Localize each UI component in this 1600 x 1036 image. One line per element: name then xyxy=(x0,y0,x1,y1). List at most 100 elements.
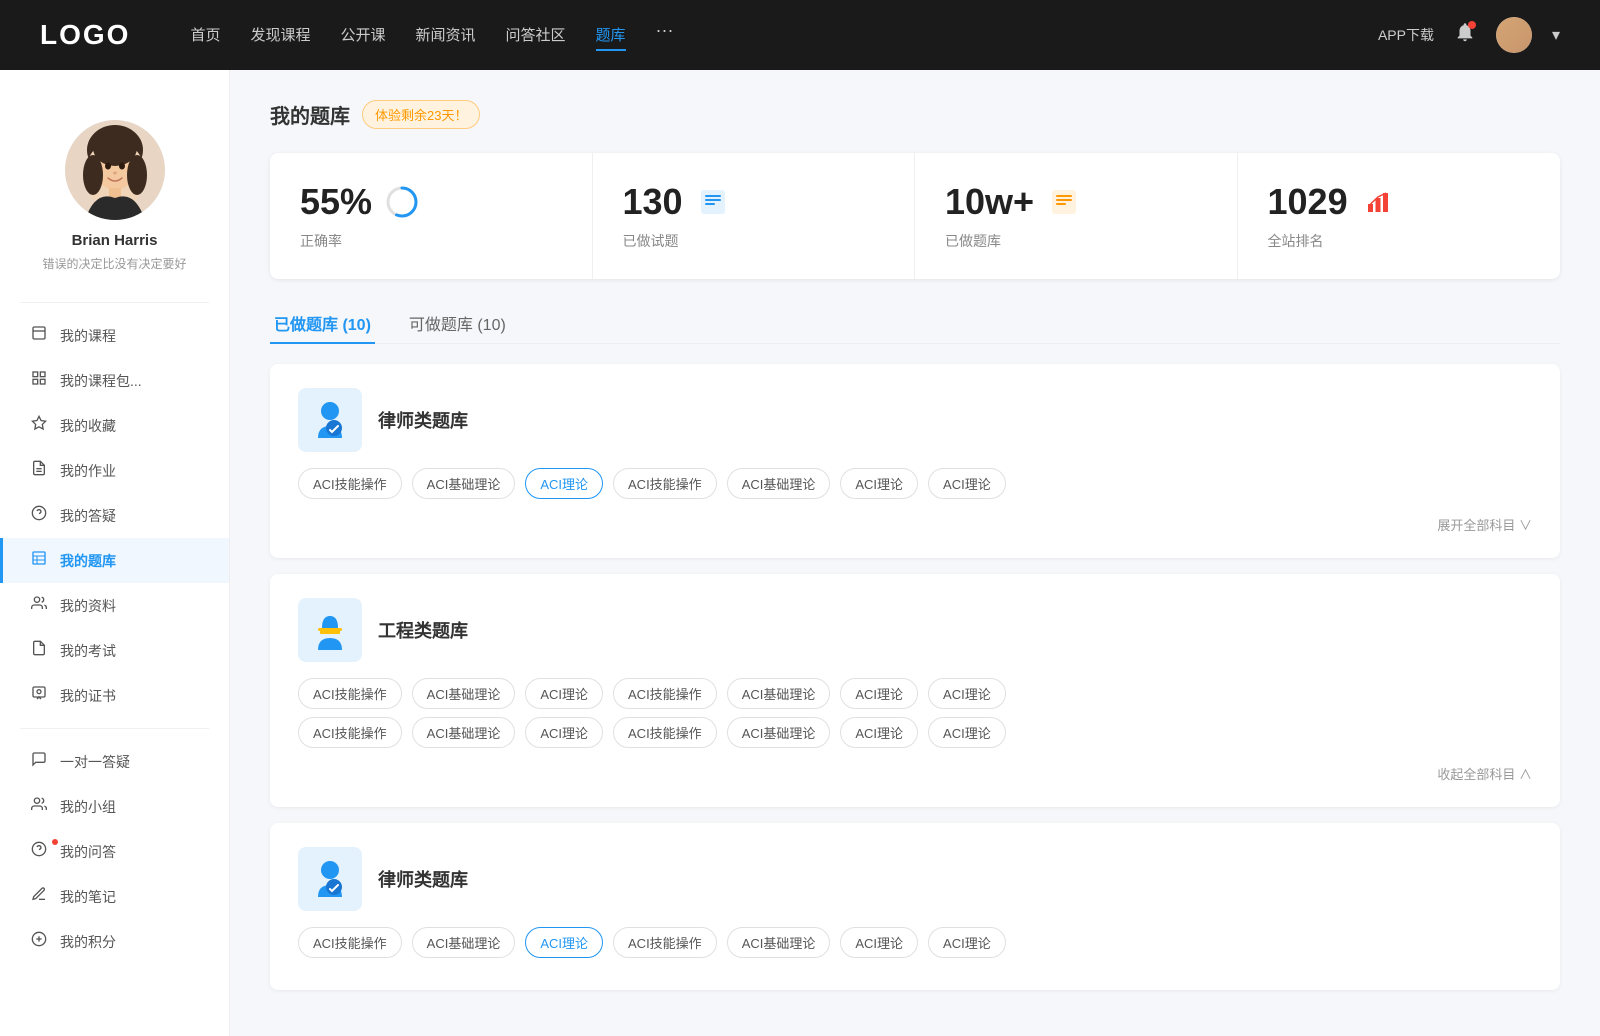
profile-icon xyxy=(30,595,48,616)
sidebar-item-tutoring[interactable]: 一对一答疑 xyxy=(0,739,229,784)
qbank-card-lawyer-2: 律师类题库 ACI技能操作 ACI基础理论 ACI理论 ACI技能操作 ACI基… xyxy=(270,823,1560,990)
lawyer-icon-1 xyxy=(298,388,362,452)
points-icon xyxy=(30,931,48,952)
stat-label-banks: 已做题库 xyxy=(945,231,1001,251)
sidebar-item-package[interactable]: 我的课程包... xyxy=(0,358,229,403)
nav-menu: 首页 发现课程 公开课 新闻资讯 问答社区 题库 ··· xyxy=(190,20,1378,51)
tag[interactable]: ACI理论 xyxy=(928,717,1006,748)
qbank-card-engineer: 工程类题库 ACI技能操作 ACI基础理论 ACI理论 ACI技能操作 ACI基… xyxy=(270,574,1560,807)
sidebar-item-questions[interactable]: 我的问答 xyxy=(0,829,229,874)
avatar[interactable] xyxy=(1496,17,1532,53)
tab-done[interactable]: 已做题库 (10) xyxy=(270,303,375,343)
tag[interactable]: ACI理论 xyxy=(525,717,603,748)
trial-badge: 体验剩余23天！ xyxy=(362,100,480,129)
qbank-header-3: 律师类题库 xyxy=(298,847,1532,911)
expand-link-1[interactable]: 展开全部科目 ∨ xyxy=(298,507,1532,534)
page-title: 我的题库 xyxy=(270,100,350,129)
collapse-link[interactable]: 收起全部科目 ∧ xyxy=(298,756,1532,783)
tag[interactable]: ACI基础理论 xyxy=(412,927,516,958)
nav-open-course[interactable]: 公开课 xyxy=(340,20,385,51)
notification-dot xyxy=(1468,21,1476,29)
tag[interactable]: ACI技能操作 xyxy=(298,678,402,709)
tutoring-icon xyxy=(30,751,48,772)
tag[interactable]: ACI基础理论 xyxy=(412,717,516,748)
nav-home[interactable]: 首页 xyxy=(190,20,220,51)
sidebar-item-profile[interactable]: 我的资料 xyxy=(0,583,229,628)
stat-label-rank: 全站排名 xyxy=(1268,231,1324,251)
tag[interactable]: ACI理论 xyxy=(840,927,918,958)
tag[interactable]: ACI技能操作 xyxy=(613,678,717,709)
note-orange-icon xyxy=(1046,184,1082,220)
tag[interactable]: ACI基础理论 xyxy=(727,717,831,748)
sidebar-label: 我的作业 xyxy=(60,461,116,481)
sidebar-item-notes[interactable]: 我的笔记 xyxy=(0,874,229,919)
tag[interactable]: ACI基础理论 xyxy=(727,468,831,499)
qa-icon xyxy=(30,505,48,526)
logo: LOGO xyxy=(40,19,130,51)
qbank-header-2: 工程类题库 xyxy=(298,598,1532,662)
sidebar-item-homework[interactable]: 我的作业 xyxy=(0,448,229,493)
tag[interactable]: ACI理论 xyxy=(840,717,918,748)
tag-active[interactable]: ACI理论 xyxy=(525,927,603,958)
divider-2 xyxy=(20,728,209,729)
sidebar-label: 一对一答疑 xyxy=(60,752,130,772)
navbar-right: APP下载 ▾ xyxy=(1378,17,1560,53)
tag[interactable]: ACI基础理论 xyxy=(727,927,831,958)
nav-news[interactable]: 新闻资讯 xyxy=(416,20,476,51)
tag[interactable]: ACI理论 xyxy=(840,678,918,709)
nav-discover[interactable]: 发现课程 xyxy=(250,20,310,51)
sidebar-label: 我的积分 xyxy=(60,932,116,952)
tag[interactable]: ACI技能操作 xyxy=(613,927,717,958)
sidebar-item-exam[interactable]: 我的考试 xyxy=(0,628,229,673)
stat-value-accuracy: 55% xyxy=(300,181,372,223)
stat-questions: 130 已做试题 xyxy=(593,153,916,279)
app-download-link[interactable]: APP下载 xyxy=(1378,25,1434,45)
tag[interactable]: ACI理论 xyxy=(928,468,1006,499)
tag[interactable]: ACI技能操作 xyxy=(298,927,402,958)
tag[interactable]: ACI基础理论 xyxy=(727,678,831,709)
tag-active[interactable]: ACI理论 xyxy=(525,468,603,499)
tag[interactable]: ACI理论 xyxy=(928,927,1006,958)
tag[interactable]: ACI基础理论 xyxy=(412,678,516,709)
stat-value-banks: 10w+ xyxy=(945,181,1034,223)
qbank-header-1: 律师类题库 xyxy=(298,388,1532,452)
stat-rank: 1029 全站排名 xyxy=(1238,153,1561,279)
tag[interactable]: ACI技能操作 xyxy=(298,468,402,499)
nav-qa[interactable]: 问答社区 xyxy=(506,20,566,51)
cert-icon xyxy=(30,685,48,706)
group-icon xyxy=(30,796,48,817)
tags-row-1: ACI技能操作 ACI基础理论 ACI理论 ACI技能操作 ACI基础理论 AC… xyxy=(298,468,1532,499)
sidebar-item-group[interactable]: 我的小组 xyxy=(0,784,229,829)
tag[interactable]: ACI技能操作 xyxy=(298,717,402,748)
sidebar-item-course[interactable]: 我的课程 xyxy=(0,313,229,358)
tab-available[interactable]: 可做题库 (10) xyxy=(405,303,510,343)
chart-red-icon xyxy=(1360,184,1396,220)
profile-avatar[interactable] xyxy=(65,120,165,220)
tag[interactable]: ACI技能操作 xyxy=(613,468,717,499)
sidebar-item-favorites[interactable]: 我的收藏 xyxy=(0,403,229,448)
nav-more[interactable]: ··· xyxy=(656,20,674,51)
tag[interactable]: ACI理论 xyxy=(840,468,918,499)
tag[interactable]: ACI基础理论 xyxy=(412,468,516,499)
notification-bell-button[interactable] xyxy=(1454,21,1476,49)
tags-row-3: ACI技能操作 ACI基础理论 ACI理论 ACI技能操作 ACI基础理论 AC… xyxy=(298,927,1532,958)
tag[interactable]: ACI理论 xyxy=(525,678,603,709)
tag[interactable]: ACI理论 xyxy=(928,678,1006,709)
homework-icon xyxy=(30,460,48,481)
sidebar-item-qa[interactable]: 我的答疑 xyxy=(0,493,229,538)
nav-qbank[interactable]: 题库 xyxy=(596,20,626,51)
sidebar-item-qbank[interactable]: 我的题库 xyxy=(0,538,229,583)
sidebar-label: 我的课程包... xyxy=(60,371,142,391)
stats-row: 55% 正确率 130 xyxy=(270,153,1560,279)
sidebar-label: 我的答疑 xyxy=(60,506,116,526)
stat-value-rank: 1029 xyxy=(1268,181,1348,223)
main-content: 我的题库 体验剩余23天！ 55% 正确率 xyxy=(230,70,1600,1036)
sidebar-label: 我的小组 xyxy=(60,797,116,817)
tag[interactable]: ACI技能操作 xyxy=(613,717,717,748)
sidebar-label: 我的证书 xyxy=(60,686,116,706)
sidebar-item-cert[interactable]: 我的证书 xyxy=(0,673,229,718)
sidebar-label: 我的收藏 xyxy=(60,416,116,436)
star-icon xyxy=(30,415,48,436)
sidebar-item-points[interactable]: 我的积分 xyxy=(0,919,229,964)
avatar-chevron-icon[interactable]: ▾ xyxy=(1552,25,1560,45)
